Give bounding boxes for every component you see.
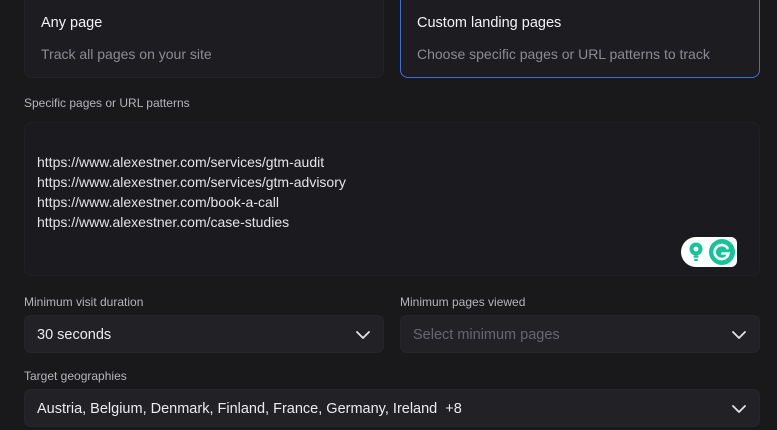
grammarly-icon[interactable] [708, 238, 736, 266]
target-geographies-label: Target geographies [24, 369, 127, 383]
url-line: https://www.alexestner.com/book-a-call [37, 194, 279, 210]
min-visit-duration-select[interactable]: 30 seconds [24, 315, 384, 353]
target-geographies-select[interactable]: Austria, Belgium, Denmark, Finland, Fran… [24, 389, 760, 427]
url-patterns-textarea[interactable]: https://www.alexestner.com/services/gtm-… [24, 122, 760, 276]
option-description: Choose specific pages or URL patterns to… [417, 46, 710, 62]
lightbulb-icon[interactable] [686, 241, 706, 263]
landing-option-any-page[interactable]: Any page Track all pages on your site [24, 0, 384, 78]
option-title: Any page [41, 15, 103, 31]
option-description: Track all pages on your site [41, 46, 212, 62]
min-visit-duration-label: Minimum visit duration [24, 295, 144, 309]
chevron-down-icon [732, 405, 746, 413]
url-line: https://www.alexestner.com/case-studies [37, 214, 290, 230]
landing-option-custom-pages[interactable]: Custom landing pages Choose specific pag… [400, 0, 760, 78]
select-placeholder: Select minimum pages [413, 327, 560, 343]
url-line: https://www.alexestner.com/services/gtm-… [37, 154, 325, 170]
option-title: Custom landing pages [417, 15, 562, 31]
url-patterns-label: Specific pages or URL patterns [24, 96, 190, 110]
min-pages-viewed-label: Minimum pages viewed [400, 295, 526, 309]
chevron-down-icon [356, 331, 370, 339]
url-line: https://www.alexestner.com/services/gtm-… [37, 174, 346, 190]
selected-value: 30 seconds [37, 327, 112, 343]
min-pages-viewed-select[interactable]: Select minimum pages [400, 315, 760, 353]
grammarly-widget[interactable] [681, 237, 737, 267]
url-patterns-list: https://www.alexestner.com/services/gtm-… [37, 152, 346, 232]
selected-geographies: Austria, Belgium, Denmark, Finland, Fran… [37, 401, 462, 417]
chevron-down-icon [732, 331, 746, 339]
